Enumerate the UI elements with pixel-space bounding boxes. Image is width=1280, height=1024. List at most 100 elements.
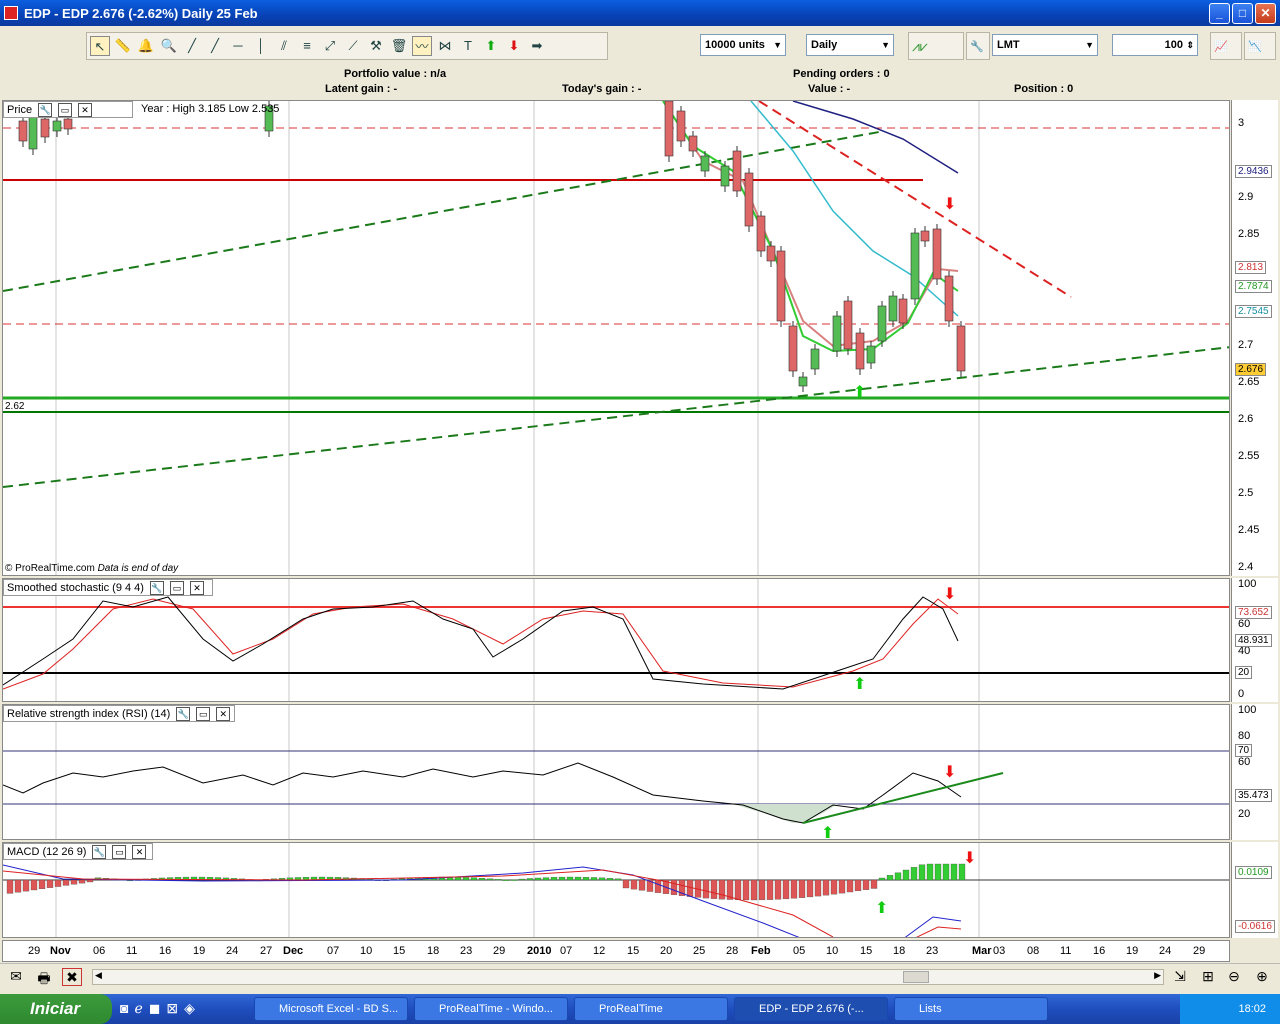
horizontal-scrollbar[interactable]: ◀ ▶	[92, 969, 1164, 985]
wrench-icon[interactable]: 🔧	[38, 102, 53, 117]
macd-histogram-bar	[6, 879, 14, 894]
close-icon[interactable]: ✕	[189, 580, 204, 595]
rsi-panel-header: Relative strength index (RSI) (14) 🔧 ▭ ✕	[3, 705, 235, 722]
macd-panel[interactable]: ⬇ ⬆ MACD (12 26 9) 🔧 ▭ ✕	[2, 842, 1230, 938]
order-type-select[interactable]: LMT ▼	[992, 34, 1098, 56]
stochastic-axis[interactable]: 100 60 40 0 73.652 48.931 20	[1231, 578, 1278, 702]
cancel-icon[interactable]: ✖	[62, 968, 82, 986]
wrench-icon[interactable]: 🔧	[176, 706, 191, 721]
task-excel[interactable]: Microsoft Excel - BD S...	[254, 997, 408, 1021]
order-settings-button[interactable]: 🔧	[966, 32, 990, 60]
zoom-icon[interactable]: 🔍	[159, 36, 179, 56]
copyright-text: © ProRealTime.com	[5, 563, 95, 574]
buy-signal-arrow: ⬆	[853, 676, 866, 693]
quick-launch-icons[interactable]: ◙ℯ◼⊠◈	[120, 1000, 201, 1017]
window-icon[interactable]: ▭	[169, 580, 184, 595]
buy-button[interactable]: 📈	[1210, 32, 1242, 60]
macd-histogram-bar	[654, 879, 662, 893]
axis-tick-label: 2.7	[1238, 339, 1254, 351]
price-chart-panel[interactable]: ⬇ ⬆ Price 🔧 ▭ ✕ Year : High 3.185 Low 2.5…	[2, 100, 1230, 576]
position-count[interactable]: Position : 0	[1014, 83, 1073, 95]
indicator-icon[interactable]: 〰	[412, 36, 432, 56]
right-arrow-icon[interactable]: ➡	[527, 36, 547, 56]
zoom-out-icon[interactable]: ⊖	[1224, 968, 1244, 986]
chart-type-button[interactable]: ⩘⩗	[908, 32, 964, 60]
auto-scale-icon[interactable]: ⇲	[1170, 968, 1190, 986]
task-prorealtime-window[interactable]: ProRealTime - Windo...	[414, 997, 568, 1021]
quantity-stepper[interactable]: 100 ⇕	[1112, 34, 1198, 56]
horizontal-line-icon[interactable]: ─	[228, 36, 248, 56]
down-arrow-icon[interactable]: ⬇	[504, 36, 524, 56]
time-tick-label: 10	[826, 945, 839, 957]
close-button[interactable]: ✕	[1255, 3, 1276, 24]
window-icon[interactable]: ▭	[112, 844, 127, 859]
candle-body	[843, 300, 853, 350]
macd-histogram-bar	[790, 879, 798, 899]
channel-icon[interactable]: ⤢	[320, 36, 340, 56]
rsi-canvas[interactable]: ⬇⬆	[3, 705, 1230, 840]
window-icon[interactable]: ▭	[196, 706, 211, 721]
maximize-button[interactable]: □	[1232, 3, 1253, 24]
latent-gain: Latent gain : -	[325, 83, 398, 95]
trend-line-icon[interactable]: ╱	[205, 36, 225, 56]
scroll-left-icon[interactable]: ◀	[95, 970, 102, 981]
task-edp-chart[interactable]: EDP - EDP 2.676 (-...	[734, 997, 888, 1021]
parallel-lines-icon[interactable]: ⫽	[274, 36, 294, 56]
stochastic-panel[interactable]: ⬇ ⬆ Smoothed stochastic (9 4 4) 🔧 ▭ ✕	[2, 578, 1230, 702]
close-icon[interactable]: ✕	[132, 844, 147, 859]
wrench-icon[interactable]: 🔧	[149, 580, 164, 595]
zoom-in-icon[interactable]: ⊕	[1252, 968, 1272, 986]
close-icon[interactable]: ✕	[78, 102, 93, 117]
pointer-icon[interactable]: ↖	[90, 36, 110, 56]
macd-histogram-bar	[30, 879, 38, 891]
task-lists[interactable]: Lists	[894, 997, 1048, 1021]
units-select[interactable]: 10000 units ▼	[700, 34, 786, 56]
period-select[interactable]: Daily ▼	[806, 34, 894, 56]
window-icon[interactable]: ▭	[58, 102, 73, 117]
alarm-bell-icon[interactable]: 🔔	[136, 36, 156, 56]
price-chart-canvas[interactable]: ⬇⬆	[3, 101, 1230, 576]
time-axis[interactable]: 29 Nov 06 11 16 19 24 27 Dec 07 10 15 18 23 29 2010 07 12…	[2, 940, 1230, 962]
scroll-thumb[interactable]	[903, 971, 929, 983]
wrench-icon: 🔧	[970, 40, 984, 53]
window-titlebar: EDP - EDP 2.676 (-2.62%) Daily 25 Feb _ …	[0, 0, 1280, 26]
pattern-icon[interactable]: ⋈	[435, 36, 455, 56]
task-prorealtime[interactable]: ProRealTime	[574, 997, 728, 1021]
rsi-panel[interactable]: ⬇ ⬆ Relative strength index (RSI) (14) 🔧 …	[2, 704, 1230, 840]
tools-icon[interactable]: ⚒	[366, 36, 386, 56]
fit-icon[interactable]: ⊞	[1198, 968, 1218, 986]
time-tick-label: 19	[1126, 945, 1139, 957]
candle-body	[898, 298, 908, 324]
text-icon[interactable]: T	[458, 36, 478, 56]
pending-orders[interactable]: Pending orders : 0	[793, 68, 890, 80]
axis-tick-label: 2.6	[1238, 413, 1254, 425]
trash-icon[interactable]: 🗑	[389, 36, 409, 56]
price-axis[interactable]: 3 2.9 2.85 2.7 2.65 2.6 2.55 2.5 2.45 2.4 2.9436 2.…	[1231, 100, 1278, 576]
up-arrow-icon[interactable]: ⬆	[481, 36, 501, 56]
macd-histogram-bar	[510, 879, 518, 881]
line-segment-icon[interactable]: ╱	[182, 36, 202, 56]
last-price-tag: 2.676	[1235, 363, 1267, 376]
moving-average-green	[662, 101, 959, 353]
wrench-icon[interactable]: 🔧	[92, 844, 107, 859]
sell-button[interactable]: 📉	[1244, 32, 1276, 60]
candle-body	[944, 275, 954, 322]
scroll-right-icon[interactable]: ▶	[1154, 970, 1161, 981]
macd-canvas[interactable]: ⬇⬆	[3, 843, 1230, 938]
macd-axis[interactable]: 0.0109 -0.0616	[1231, 842, 1278, 938]
axis-tick-label: 80	[1238, 730, 1251, 742]
stochastic-canvas[interactable]: ⬇⬆	[3, 579, 1230, 702]
time-tick-label: Mar	[972, 945, 992, 957]
fan-icon[interactable]: ⟋	[343, 36, 363, 56]
macd-histogram-bar	[526, 878, 534, 881]
print-icon[interactable]: 🖶	[34, 968, 54, 986]
time-tick-label: 25	[693, 945, 706, 957]
rsi-axis[interactable]: 100 80 60 20 70 35.473	[1231, 704, 1278, 840]
vertical-line-icon[interactable]: │	[251, 36, 271, 56]
minimize-button[interactable]: _	[1209, 3, 1230, 24]
close-icon[interactable]: ✕	[216, 706, 231, 721]
mail-icon[interactable]: ✉	[6, 968, 26, 986]
fibonacci-icon[interactable]: ≡	[297, 36, 317, 56]
start-button[interactable]: Iniciar	[0, 994, 112, 1024]
ruler-icon[interactable]: 📏	[113, 36, 133, 56]
